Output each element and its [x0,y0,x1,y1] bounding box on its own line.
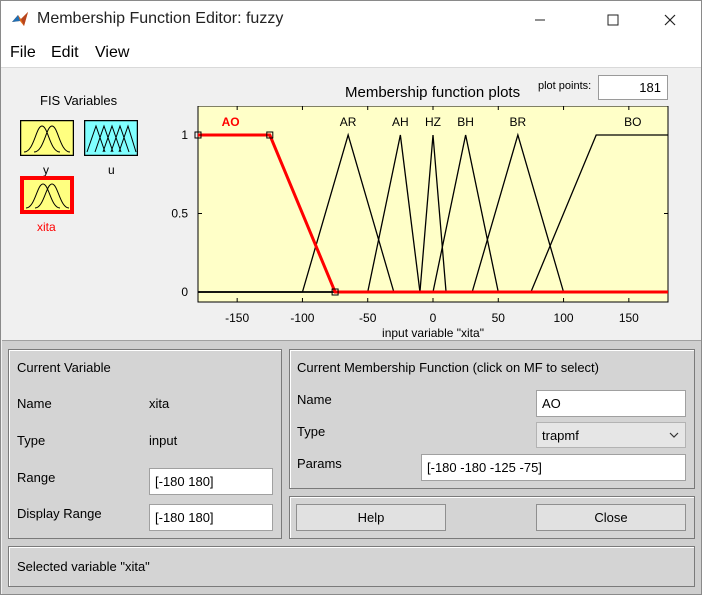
close-window-button[interactable] [647,1,693,38]
menu-file[interactable]: File [10,44,36,62]
variable-box-y[interactable] [19,119,75,157]
mf-label-ao: AO [222,115,240,129]
menu-edit[interactable]: Edit [51,44,79,62]
help-button[interactable]: Help [296,504,446,531]
mf-label-hz: HZ [425,115,441,129]
mf-name-input[interactable]: AO [536,390,686,417]
mf-type-value: trapmf [542,428,579,443]
params-input[interactable]: [-180 -180 -125 -75] [421,454,686,481]
range-input[interactable]: [-180 180] [149,468,273,495]
chevron-down-icon [669,432,679,438]
x-tick-label: -100 [290,311,314,325]
plot-points-label: plot points: [538,80,592,92]
variable-name-value: xita [149,396,170,411]
maximize-icon [607,14,619,25]
mf-type-select[interactable]: trapmf [536,422,686,448]
input-mf-icon [20,176,74,214]
current-variable-panel: Current Variable Name xita Type input Ra… [8,349,282,539]
minimize-button[interactable] [517,1,563,38]
variable-label-u: u [108,163,115,177]
membership-function-plot[interactable]: 00.51-150 -100 -50 0 50 100 150AR AH HZ BH BR BOAO … [162,106,672,346]
params-label: Params [297,456,342,471]
mf-label-bh: BH [457,115,474,129]
close-icon [664,14,676,25]
display-range-label: Display Range [17,506,102,521]
display-range-input[interactable]: [-180 180] [149,504,273,531]
fis-variables-title: FIS Variables [40,93,118,108]
mf-editor-window: Membership Function Editor: fuzzy File E… [0,0,702,595]
current-mf-title: Current Membership Function (click on MF… [297,360,599,375]
buttons-panel: Help Close [289,496,695,539]
y-tick-label: 0.5 [171,207,188,221]
plot-points-input[interactable]: 181 [598,75,668,100]
x-axis-label: input variable "xita" [382,326,484,340]
variable-box-u[interactable] [83,119,139,157]
mf-label-bo: BO [624,115,641,129]
type-label: Type [17,433,46,448]
mf-label-br: BR [510,115,527,129]
menu-bar: File Edit View [1,38,701,68]
plot-title: Membership function plots [345,84,521,101]
menu-view[interactable]: View [95,44,129,62]
close-button[interactable]: Close [536,504,686,531]
output-mf-icon [83,119,139,157]
current-variable-title: Current Variable [17,360,111,375]
name-label: Name [17,396,52,411]
title-bar: Membership Function Editor: fuzzy [1,1,701,38]
y-tick-label: 0 [181,285,188,299]
x-tick-label: 50 [492,311,506,325]
x-tick-label: 0 [430,311,437,325]
window-title: Membership Function Editor: fuzzy [37,10,284,27]
mf-name-label: Name [297,392,332,407]
minimize-icon [535,19,545,20]
mf-label-ar: AR [340,115,357,129]
mf-label-ah: AH [392,115,409,129]
mf-type-label: Type [297,424,326,439]
variable-label-y: y [43,163,49,177]
status-text: Selected variable "xita" [17,559,150,574]
x-tick-label: 100 [554,311,574,325]
variable-label-xita: xita [37,220,56,234]
maximize-button[interactable] [590,1,636,38]
x-tick-label: -50 [359,311,377,325]
status-panel: Selected variable "xita" [8,546,695,587]
input-mf-icon [19,119,75,157]
matlab-icon [12,12,28,26]
x-tick-label: -150 [225,311,249,325]
variable-type-value: input [149,433,178,448]
figure-area: FIS Variables y u xita Membership functi… [2,68,701,340]
y-tick-label: 1 [181,128,188,142]
x-tick-label: 150 [619,311,639,325]
bottom-controls: Current Variable Name xita Type input Ra… [2,340,701,594]
current-mf-panel: Current Membership Function (click on MF… [289,349,695,489]
variable-box-xita[interactable] [20,176,74,214]
range-label: Range [17,470,56,485]
